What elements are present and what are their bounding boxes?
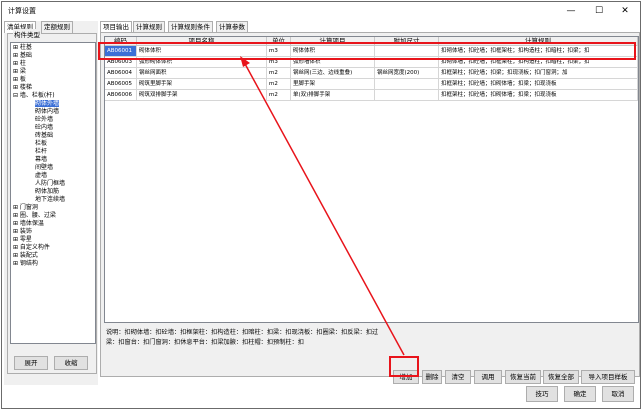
annotation-arrow [240,56,405,356]
